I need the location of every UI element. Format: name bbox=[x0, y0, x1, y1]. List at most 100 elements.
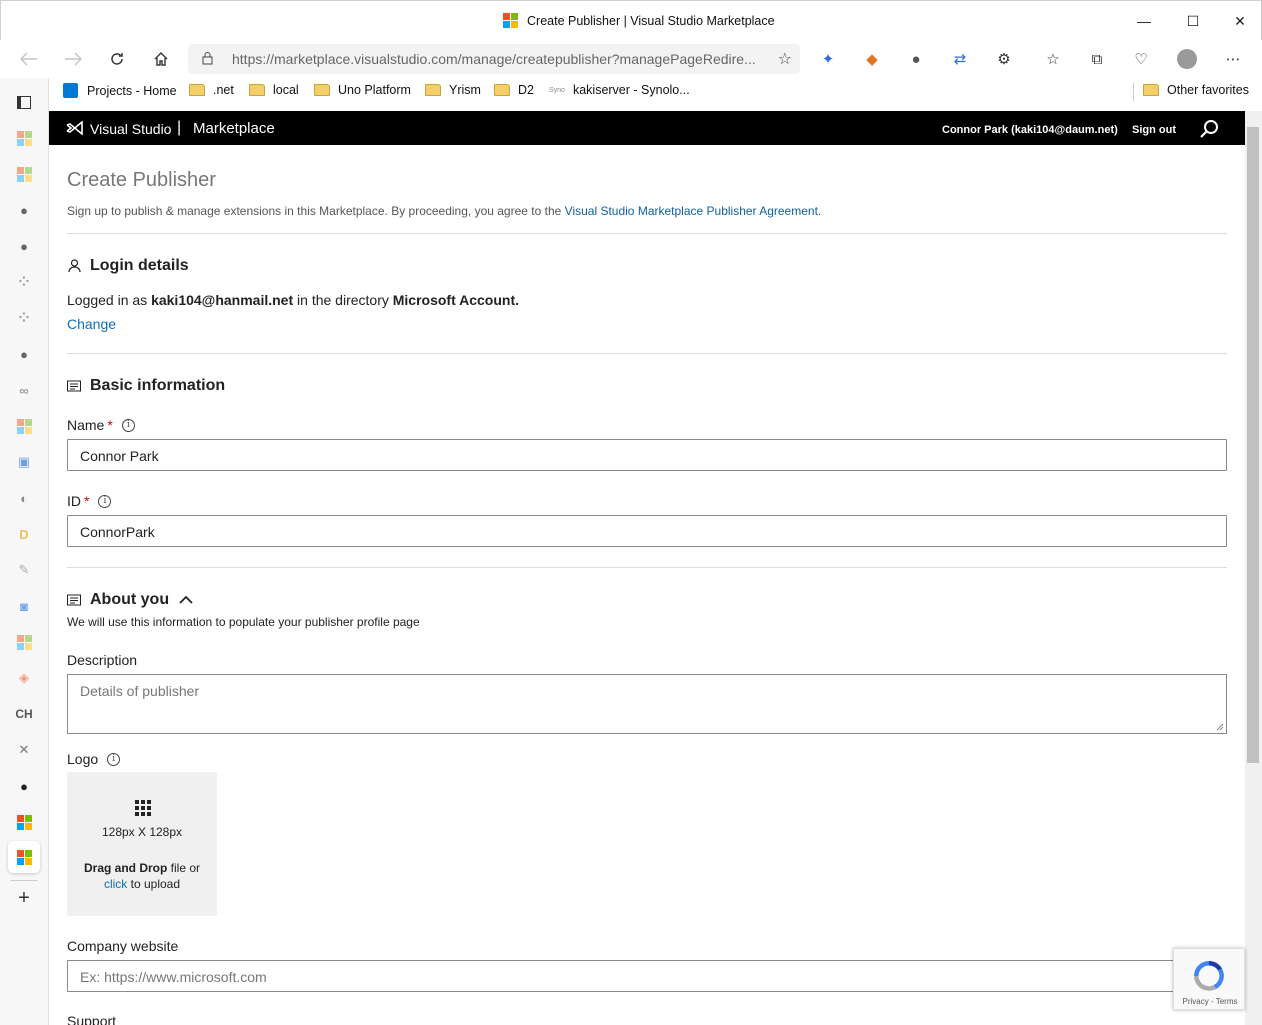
change-link-text[interactable]: Change bbox=[67, 316, 116, 332]
page-scrollbar[interactable] bbox=[1245, 111, 1262, 1025]
orange-app-icon[interactable]: ◈ bbox=[15, 669, 33, 687]
login-directory: Microsoft Account. bbox=[392, 292, 520, 308]
name-input[interactable]: Connor Park bbox=[67, 439, 1227, 471]
refresh-button[interactable] bbox=[102, 46, 132, 72]
translate-app-icon[interactable]: ▣ bbox=[15, 453, 33, 471]
recaptcha-badge[interactable]: Privacy - Terms bbox=[1173, 948, 1245, 1010]
dots-app-icon-2[interactable]: ⁘ bbox=[15, 309, 33, 327]
home-icon bbox=[154, 52, 168, 66]
marketplace-link[interactable]: Marketplace bbox=[193, 120, 275, 137]
info-icon[interactable]: i bbox=[121, 418, 135, 432]
favorite-kakiserver[interactable]: Syno kakiserver - Synolo... bbox=[549, 83, 690, 97]
camera-app-icon[interactable]: ◙ bbox=[15, 597, 33, 615]
logo-size-hint: 128px X 128px bbox=[101, 825, 183, 839]
favorites-icon[interactable]: ☆ bbox=[1042, 48, 1064, 70]
minimize-button[interactable]: — bbox=[1129, 9, 1159, 33]
change-account-link[interactable]: Change bbox=[67, 316, 116, 332]
metamask-icon[interactable]: ◆ bbox=[861, 48, 883, 70]
tool-app-icon[interactable]: ✎ bbox=[15, 561, 33, 579]
subtitle-period: . bbox=[817, 204, 822, 218]
publisher-agreement-link[interactable]: Visual Studio Marketplace Publisher Agre… bbox=[565, 204, 818, 218]
divider bbox=[67, 233, 1227, 234]
id-input[interactable]: ConnorPark bbox=[67, 515, 1227, 547]
github-icon[interactable]: ● bbox=[15, 201, 33, 219]
to-upload-text: to upload bbox=[130, 877, 181, 891]
sign-out-link[interactable]: Sign out bbox=[1132, 124, 1176, 136]
back-arrow-icon bbox=[20, 52, 37, 66]
favorite-folder-yrism[interactable]: Yrism bbox=[425, 83, 481, 97]
name-label-text: Name bbox=[67, 417, 105, 433]
home-button[interactable] bbox=[146, 46, 176, 72]
recaptcha-icon bbox=[1194, 961, 1224, 991]
forward-button[interactable] bbox=[58, 46, 88, 72]
office-app-icon-3[interactable] bbox=[15, 417, 33, 435]
extensions-icon[interactable]: ⚙ bbox=[993, 48, 1015, 70]
profile-avatar[interactable] bbox=[1176, 48, 1198, 70]
favorite-folder-local[interactable]: local bbox=[249, 83, 299, 97]
favorite-label: local bbox=[273, 83, 299, 97]
window-title: Create Publisher | Visual Studio Marketp… bbox=[527, 14, 775, 28]
info-icon[interactable]: i bbox=[107, 752, 121, 766]
add-sidebar-app-icon[interactable]: + bbox=[15, 887, 33, 909]
click-upload-link[interactable]: click bbox=[104, 877, 127, 891]
marketplace-header: Visual Studio | Marketplace Connor Park … bbox=[49, 111, 1245, 145]
logo-label-text: Logo bbox=[67, 751, 99, 767]
close-button[interactable]: ✕ bbox=[1225, 9, 1255, 33]
maximize-button[interactable]: ☐ bbox=[1178, 9, 1208, 33]
extension-circle-icon[interactable]: ● bbox=[905, 48, 927, 70]
office-app-icon-2[interactable] bbox=[15, 165, 33, 183]
ch-app-icon[interactable]: CH bbox=[15, 705, 33, 723]
folder-icon bbox=[425, 84, 441, 96]
tab-actions-icon[interactable] bbox=[15, 93, 33, 111]
github-icon-3[interactable]: ● bbox=[15, 345, 33, 363]
folder-icon bbox=[1143, 84, 1159, 96]
office-app-icon-4[interactable] bbox=[15, 633, 33, 651]
brand-name[interactable]: Visual Studio bbox=[90, 121, 171, 137]
office-app-icon[interactable] bbox=[15, 129, 33, 147]
info-icon[interactable]: i bbox=[98, 494, 112, 508]
github-icon-2[interactable]: ● bbox=[15, 237, 33, 255]
extension-puzzle-blue-icon[interactable]: ✦ bbox=[817, 48, 839, 70]
resize-grip-icon[interactable] bbox=[1216, 723, 1224, 731]
address-bar[interactable]: https://marketplace.visualstudio.com/man… bbox=[188, 44, 800, 74]
globe-app-icon[interactable]: ◐ bbox=[15, 489, 33, 507]
more-menu-icon[interactable]: ⋯ bbox=[1222, 48, 1244, 70]
recaptcha-terms-link[interactable]: Terms bbox=[1216, 997, 1238, 1006]
section-title: About you bbox=[90, 591, 170, 608]
id-label: ID * i bbox=[67, 493, 112, 509]
performance-icon[interactable]: ♡ bbox=[1130, 48, 1152, 70]
sync-arrows-icon[interactable]: ⇄ bbox=[949, 48, 971, 70]
favorite-label: .net bbox=[213, 83, 234, 97]
back-button[interactable] bbox=[14, 46, 44, 72]
favorite-other-favorites[interactable]: Other favorites bbox=[1143, 83, 1249, 97]
login-status-text: Logged in as kaki104@hanmail.net in the … bbox=[67, 292, 519, 308]
dots-app-icon[interactable]: ⁘ bbox=[15, 273, 33, 291]
company-website-input[interactable]: Ex: https://www.microsoft.com bbox=[67, 960, 1227, 992]
infinity-app-icon[interactable]: ∞ bbox=[15, 381, 33, 399]
drag-drop-bold: Drag and Drop bbox=[83, 861, 168, 875]
scrollbar-thumb[interactable] bbox=[1247, 127, 1259, 763]
office-app-icon-5[interactable] bbox=[15, 813, 33, 831]
divider bbox=[67, 353, 1227, 354]
chevron-up-icon[interactable] bbox=[179, 595, 193, 605]
description-textarea[interactable]: Details of publisher bbox=[67, 674, 1227, 734]
logo-dropzone[interactable]: 128px X 128px Drag and Drop file or clic… bbox=[67, 772, 217, 916]
recaptcha-privacy-link[interactable]: Privacy bbox=[1183, 997, 1209, 1006]
recaptcha-links: Privacy - Terms bbox=[1174, 997, 1246, 1006]
about-you-heading[interactable]: About you bbox=[67, 591, 193, 609]
address-toolbar: https://marketplace.visualstudio.com/man… bbox=[0, 40, 1262, 78]
info-card-icon bbox=[67, 379, 81, 393]
favorite-folder-d2[interactable]: D2 bbox=[494, 83, 534, 97]
favorite-folder-net[interactable]: .net bbox=[189, 83, 234, 97]
add-favorite-icon[interactable]: ☆ bbox=[778, 49, 792, 69]
marketplace-app-icon-active[interactable] bbox=[8, 841, 40, 873]
url-text[interactable]: https://marketplace.visualstudio.com/man… bbox=[232, 51, 762, 67]
search-icon[interactable] bbox=[1199, 119, 1219, 139]
favorite-projects-home[interactable]: Projects - Home bbox=[63, 83, 177, 98]
collections-icon[interactable]: ⧉ bbox=[1086, 48, 1108, 70]
favorite-folder-uno[interactable]: Uno Platform bbox=[314, 83, 411, 97]
tools-app-icon[interactable]: ✕ bbox=[15, 741, 33, 759]
d-app-icon[interactable]: D bbox=[15, 525, 33, 543]
user-account[interactable]: Connor Park (kaki104@daum.net) bbox=[942, 124, 1118, 136]
github-icon-4[interactable]: ● bbox=[15, 777, 33, 795]
